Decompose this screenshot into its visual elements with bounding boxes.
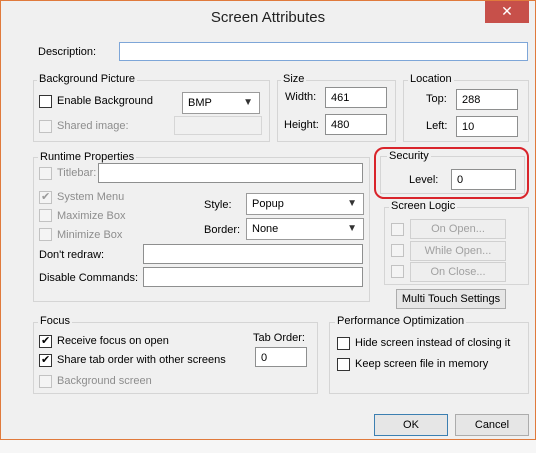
keep-in-memory-checkbox[interactable] <box>337 358 350 371</box>
on-open-checkbox[interactable] <box>391 223 404 236</box>
tab-order-input[interactable]: 0 <box>255 347 307 367</box>
shared-image-input[interactable] <box>174 116 262 135</box>
size-group-label: Size <box>281 73 307 86</box>
width-input[interactable]: 461 <box>325 87 387 108</box>
receive-focus-label: Receive focus on open <box>57 335 169 347</box>
system-menu-label: System Menu <box>57 191 125 203</box>
background-picture-group-label: Background Picture <box>37 73 137 86</box>
disable-commands-label: Disable Commands: <box>39 272 139 284</box>
screen-logic-group-label: Screen Logic <box>389 200 458 213</box>
style-label: Style: <box>204 199 232 211</box>
left-input[interactable]: 10 <box>456 116 518 137</box>
on-open-button[interactable]: On Open... <box>410 219 506 239</box>
background-format-select[interactable]: BMP ▼ <box>182 92 260 114</box>
titlebar-checkbox[interactable] <box>39 167 52 180</box>
chevron-down-icon: ▼ <box>243 97 253 108</box>
hide-screen-checkbox[interactable] <box>337 337 350 350</box>
background-screen-checkbox[interactable] <box>39 375 52 388</box>
focus-group-label: Focus <box>38 315 72 328</box>
description-input[interactable] <box>119 42 528 61</box>
on-close-button[interactable]: On Close... <box>410 262 506 282</box>
location-group-label: Location <box>408 73 454 86</box>
hide-screen-label: Hide screen instead of closing it <box>355 337 511 349</box>
left-label: Left: <box>426 120 448 132</box>
top-input[interactable]: 288 <box>456 89 518 110</box>
system-menu-checkbox[interactable] <box>39 189 52 205</box>
performance-group-label: Performance Optimization <box>335 315 467 328</box>
window-shadow <box>0 440 536 453</box>
dont-redraw-input[interactable] <box>143 244 363 264</box>
chevron-down-icon: ▼ <box>347 198 357 209</box>
border-select[interactable]: None ▼ <box>246 218 364 240</box>
style-select[interactable]: Popup ▼ <box>246 193 364 215</box>
background-format-value: BMP <box>188 97 212 109</box>
close-button[interactable]: ✕ <box>485 1 529 23</box>
while-open-checkbox[interactable] <box>391 244 404 257</box>
on-close-checkbox[interactable] <box>391 265 404 278</box>
enable-background-checkbox[interactable] <box>39 95 52 108</box>
receive-focus-checkbox[interactable] <box>39 333 52 349</box>
description-label: Description: <box>38 46 97 58</box>
ok-button[interactable]: OK <box>374 414 448 436</box>
border-label: Border: <box>204 224 241 236</box>
close-icon: ✕ <box>501 3 513 19</box>
dialog-title: Screen Attributes <box>210 9 326 26</box>
chevron-down-icon: ▼ <box>347 223 357 234</box>
titlebar-input[interactable] <box>98 163 363 183</box>
disable-commands-input[interactable] <box>143 267 363 287</box>
while-open-button[interactable]: While Open... <box>410 241 506 261</box>
style-value: Popup <box>252 198 284 210</box>
height-label: Height: <box>284 119 319 131</box>
minimize-box-checkbox[interactable] <box>39 228 52 241</box>
dialog-window: Screen Attributes ✕ Description: Backgro… <box>0 0 536 440</box>
titlebar-label: Titlebar: <box>57 167 97 179</box>
enable-background-label: Enable Background <box>57 95 154 107</box>
tab-order-label: Tab Order: <box>253 332 305 344</box>
multi-touch-settings-button[interactable]: Multi Touch Settings <box>396 289 506 309</box>
border-value: None <box>252 223 279 235</box>
maximize-box-label: Maximize Box <box>57 210 126 222</box>
share-tab-order-checkbox[interactable] <box>39 352 52 368</box>
share-tab-order-label: Share tab order with other screens <box>57 354 226 366</box>
security-highlight-ring <box>374 147 529 199</box>
title-bar[interactable]: Screen Attributes ✕ <box>1 1 535 33</box>
cancel-button[interactable]: Cancel <box>455 414 529 436</box>
maximize-box-checkbox[interactable] <box>39 209 52 222</box>
top-label: Top: <box>426 93 447 105</box>
shared-image-label: Shared image: <box>57 120 129 132</box>
minimize-box-label: Minimize Box <box>57 229 123 241</box>
width-label: Width: <box>285 91 317 103</box>
shared-image-checkbox[interactable] <box>39 120 52 133</box>
height-input[interactable]: 480 <box>325 114 387 135</box>
dont-redraw-label: Don't redraw: <box>39 249 105 261</box>
keep-in-memory-label: Keep screen file in memory <box>355 358 489 370</box>
background-screen-label: Background screen <box>57 375 152 387</box>
